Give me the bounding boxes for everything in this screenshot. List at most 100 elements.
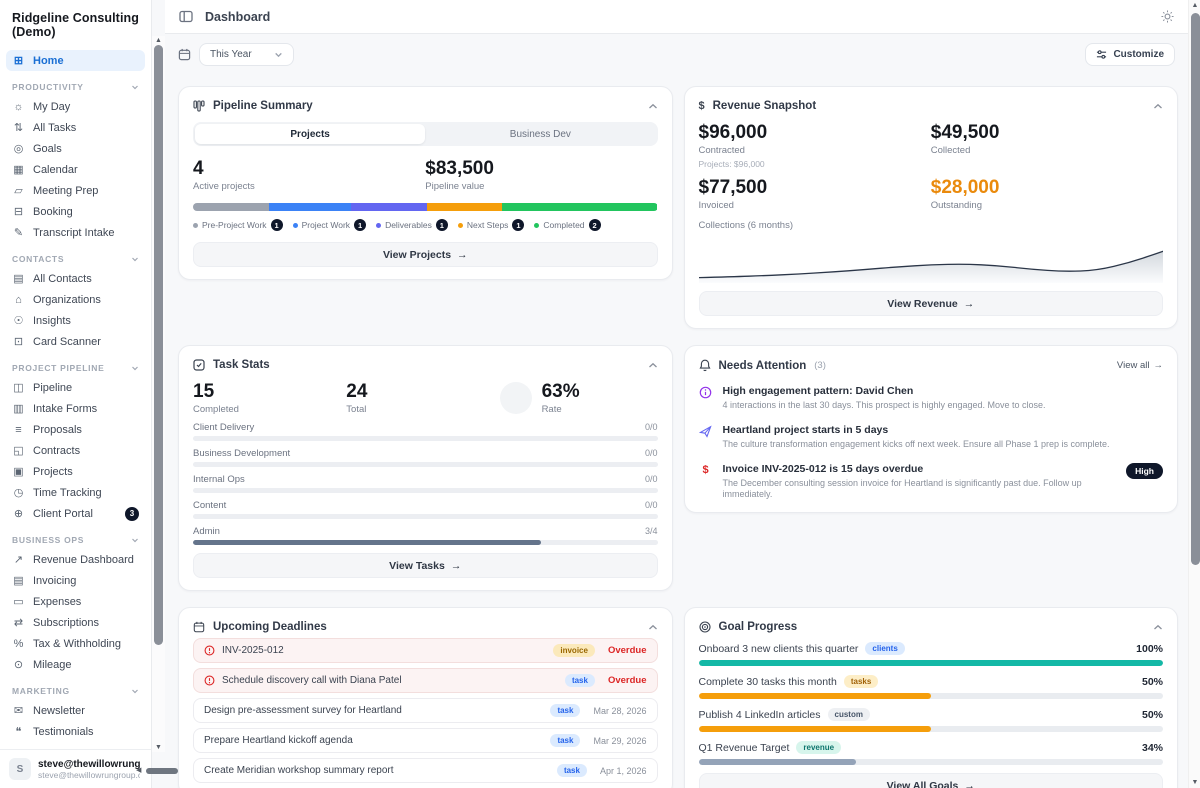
sidebar-item-intake-forms[interactable]: ▥Intake Forms xyxy=(6,398,145,419)
sidebar-item-tax-withholding[interactable]: %Tax & Withholding xyxy=(6,633,145,654)
card-title: Pipeline Summary xyxy=(213,100,313,112)
section-contacts[interactable]: CONTACTS xyxy=(12,254,139,264)
task-category-row: Admin3/4 xyxy=(193,526,658,545)
task-category-row: Internal Ops0/0 xyxy=(193,474,658,493)
sidebar-item-expenses[interactable]: ▭Expenses xyxy=(6,591,145,612)
sidebar-item-card-scanner[interactable]: ⊡Card Scanner xyxy=(6,331,145,352)
sidebar-item-organizations[interactable]: ⌂Organizations xyxy=(6,289,145,310)
sidebar-item-subscriptions[interactable]: ⇄Subscriptions xyxy=(6,612,145,633)
sidebar-item-client-portal[interactable]: ⊕Client Portal3 xyxy=(6,503,145,524)
sun-icon: ☼ xyxy=(12,101,25,113)
scroll-left-arrow[interactable]: ◀ xyxy=(136,766,141,774)
goal-progress-card: Goal Progress Onboard 3 new clients this… xyxy=(684,607,1179,788)
view-projects-button[interactable]: View Projects→ xyxy=(193,242,658,267)
scroll-up-arrow[interactable]: ▲ xyxy=(152,37,165,44)
sidebar-item-all-tasks[interactable]: ⇅All Tasks xyxy=(6,117,145,138)
sidebar-item-contracts[interactable]: ◱Contracts xyxy=(6,440,145,461)
section-productivity[interactable]: PRODUCTIVITY xyxy=(12,82,139,92)
goal-tag: tasks xyxy=(844,675,878,688)
deadline-row[interactable]: Create Meridian workshop summary report … xyxy=(193,758,658,783)
sidebar-item-revenue-dashboard[interactable]: ↗Revenue Dashboard xyxy=(6,549,145,570)
repeat-icon: ⇄ xyxy=(12,616,25,629)
sidebar-item-mileage[interactable]: ⊙Mileage xyxy=(6,654,145,675)
sidebar-item-time-tracking[interactable]: ◷Time Tracking xyxy=(6,482,145,503)
sidebar-item-insights[interactable]: ☉Insights xyxy=(6,310,145,331)
goal-row: Publish 4 LinkedIn articles custom 50% xyxy=(699,708,1164,732)
pipeline-summary-card: Pipeline Summary Projects Business Dev 4… xyxy=(178,86,673,280)
arrow-right-icon: → xyxy=(451,560,462,572)
customize-button[interactable]: Customize xyxy=(1085,43,1175,66)
section-project-pipeline[interactable]: PROJECT PIPELINE xyxy=(12,363,139,373)
sidebar-item-testimonials[interactable]: ❝Testimonials xyxy=(6,721,145,742)
collapse-chevron-up-icon[interactable] xyxy=(648,103,658,110)
deadline-row[interactable]: INV-2025-012 invoice Overdue xyxy=(193,638,658,663)
sidebar-item-all-contacts[interactable]: ▤All Contacts xyxy=(6,268,145,289)
rate-ring xyxy=(500,382,532,414)
goal-percent: 50% xyxy=(1142,709,1163,721)
theme-toggle-sun-icon[interactable] xyxy=(1161,10,1174,23)
goal-tag: revenue xyxy=(796,741,841,754)
sidebar-item-goals[interactable]: ◎Goals xyxy=(6,138,145,159)
sidebar-item-transcript-intake[interactable]: ✎Transcript Intake xyxy=(6,222,145,243)
view-tasks-button[interactable]: View Tasks→ xyxy=(193,553,658,578)
goal-tag: clients xyxy=(865,642,904,655)
stat-collected: $49,500 Collected xyxy=(931,122,1163,169)
tab-projects[interactable]: Projects xyxy=(195,124,425,144)
deadline-row[interactable]: Schedule discovery call with Diana Patel… xyxy=(193,668,658,693)
goal-row: Complete 30 tasks this month tasks 50% xyxy=(699,675,1164,699)
collapse-chevron-up-icon[interactable] xyxy=(648,624,658,631)
main-scrollbar-thumb[interactable] xyxy=(1191,13,1200,565)
scroll-down-arrow[interactable]: ▼ xyxy=(152,744,165,751)
sidebar-item-home[interactable]: ⊞ Home xyxy=(6,50,145,71)
deadline-title: Create Meridian workshop summary report xyxy=(204,765,394,776)
briefcase-icon: ▱ xyxy=(12,184,25,197)
deadline-title: Prepare Heartland kickoff agenda xyxy=(204,735,353,746)
client-portal-badge: 3 xyxy=(125,507,139,521)
scroll-down-arrow[interactable]: ▼ xyxy=(1189,779,1200,786)
deadline-row[interactable]: Prepare Heartland kickoff agenda task Ma… xyxy=(193,728,658,753)
folder-icon: ▣ xyxy=(12,465,25,478)
sidebar-scrollbar-thumb[interactable] xyxy=(154,45,163,645)
sidebar-toggle-icon[interactable] xyxy=(179,10,193,23)
segment-project-work xyxy=(269,203,351,211)
sidebar: Ridgeline Consulting (Demo) ⊞ Home PRODU… xyxy=(0,0,152,788)
sidebar-item-projects[interactable]: ▣Projects xyxy=(6,461,145,482)
section-marketing[interactable]: MARKETING xyxy=(12,686,139,696)
view-revenue-button[interactable]: View Revenue→ xyxy=(699,291,1164,316)
card-title: Goal Progress xyxy=(719,621,798,633)
tab-business-dev[interactable]: Business Dev xyxy=(425,124,655,144)
main-scrollbar[interactable]: ▲ ▼ xyxy=(1188,0,1200,788)
legend-item: Deliverables1 xyxy=(376,219,448,231)
view-all-link[interactable]: View all→ xyxy=(1117,360,1163,371)
collapse-chevron-up-icon[interactable] xyxy=(648,362,658,369)
sidebar-item-invoicing[interactable]: ▤Invoicing xyxy=(6,570,145,591)
deadline-row[interactable]: Design pre-assessment survey for Heartla… xyxy=(193,698,658,723)
sidebar-item-proposals[interactable]: ≡Proposals xyxy=(6,419,145,440)
sidebar-item-pipeline[interactable]: ◫Pipeline xyxy=(6,377,145,398)
view-all-goals-button[interactable]: View All Goals→ xyxy=(699,773,1164,788)
date-range-select[interactable]: This Year xyxy=(199,43,294,66)
goal-row: Onboard 3 new clients this quarter clien… xyxy=(699,642,1164,666)
scroll-up-arrow[interactable]: ▲ xyxy=(1189,2,1200,9)
goal-tag: custom xyxy=(828,708,870,721)
camera-icon: ⊡ xyxy=(12,335,25,348)
user-footer[interactable]: S steve@thewillowrungroup.c... steve@the… xyxy=(0,749,151,788)
pipeline-tabs: Projects Business Dev xyxy=(193,122,658,146)
collapse-chevron-up-icon[interactable] xyxy=(1153,103,1163,110)
sidebar-item-my-day[interactable]: ☼My Day xyxy=(6,96,145,117)
calendar-icon: ▦ xyxy=(12,163,25,176)
horizontal-scrollbar-thumb[interactable] xyxy=(146,768,178,774)
collapse-chevron-up-icon[interactable] xyxy=(1153,624,1163,631)
sidebar-item-meeting-prep[interactable]: ▱Meeting Prep xyxy=(6,180,145,201)
sidebar-scrollbar[interactable]: ▲ ▼ xyxy=(152,36,165,752)
sidebar-item-calendar[interactable]: ▦Calendar xyxy=(6,159,145,180)
sidebar-item-newsletter[interactable]: ✉Newsletter xyxy=(6,700,145,721)
arrow-right-icon: → xyxy=(457,249,468,261)
upcoming-deadlines-card: Upcoming Deadlines INV-2025-012 invoice … xyxy=(178,607,673,788)
section-business-ops[interactable]: BUSINESS OPS xyxy=(12,535,139,545)
sidebar-item-booking[interactable]: ⊟Booking xyxy=(6,201,145,222)
target-icon: ◎ xyxy=(12,142,25,155)
stat-contracted: $96,000 Contracted Projects: $96,000 xyxy=(699,122,931,169)
sliders-icon xyxy=(1096,49,1107,60)
credit-card-icon: ▭ xyxy=(12,595,25,608)
